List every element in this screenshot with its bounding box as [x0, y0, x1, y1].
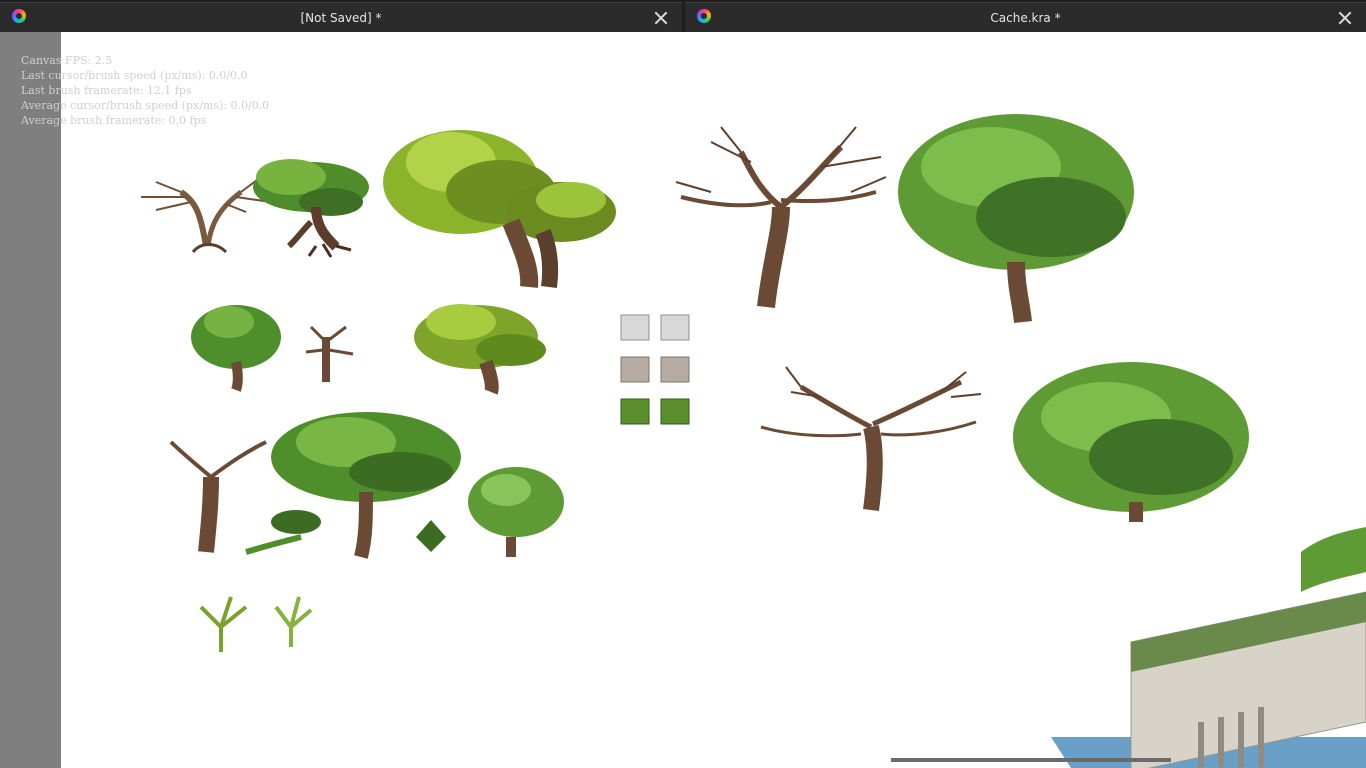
average-brush-framerate-text: Average brush framerate: 0.0 fps: [21, 114, 207, 127]
bushy-tree-bottom-right: [1013, 362, 1249, 522]
bare-tree-lower-left: [169, 440, 267, 553]
plant-sprites: [199, 596, 313, 652]
small-shrub: [245, 510, 321, 555]
building-sprite: [891, 527, 1366, 768]
last-brush-framerate-text: Last brush framerate: 12.1 fps: [21, 84, 192, 97]
small-pine: [416, 520, 446, 552]
performance-overlay: Canvas FPS: 2.5 Last cursor/brush speed …: [21, 53, 269, 128]
big-yellow-green-tree: [383, 130, 616, 289]
close-icon[interactable]: [1338, 11, 1352, 25]
bare-tree-small: [141, 176, 272, 254]
bare-tree-large-bottom: [760, 366, 982, 512]
tab-not-saved[interactable]: [Not Saved] *: [0, 2, 682, 33]
average-cursor-speed-text: Average cursor/brush speed (px/ms): 0.0/…: [21, 99, 270, 112]
bare-tree-large-top: [675, 126, 887, 308]
green-tree-mid: [191, 305, 281, 392]
close-icon[interactable]: [654, 11, 668, 25]
document-tab-bar: [Not Saved] * Cache.kra *: [0, 0, 1366, 33]
canvas-illustration: [141, 114, 1366, 768]
bushy-tree-top-right: [898, 114, 1134, 324]
tab-cache-kra[interactable]: Cache.kra *: [685, 2, 1366, 33]
canvas-fps-text: Canvas FPS: 2.5: [21, 54, 113, 67]
canvas-left-margin: [0, 32, 61, 768]
tab-title: Cache.kra *: [990, 11, 1061, 25]
fence-tiles: [620, 314, 690, 425]
canvas-area[interactable]: [61, 32, 1366, 768]
yellow-green-tree-mid: [414, 304, 546, 395]
green-tree-small: [253, 159, 369, 258]
green-tree-blurred: [468, 467, 564, 557]
bare-tree-mid-small: [305, 325, 354, 383]
tab-title: [Not Saved] *: [300, 11, 382, 25]
last-cursor-speed-text: Last cursor/brush speed (px/ms): 0.0/0.0: [21, 69, 248, 82]
